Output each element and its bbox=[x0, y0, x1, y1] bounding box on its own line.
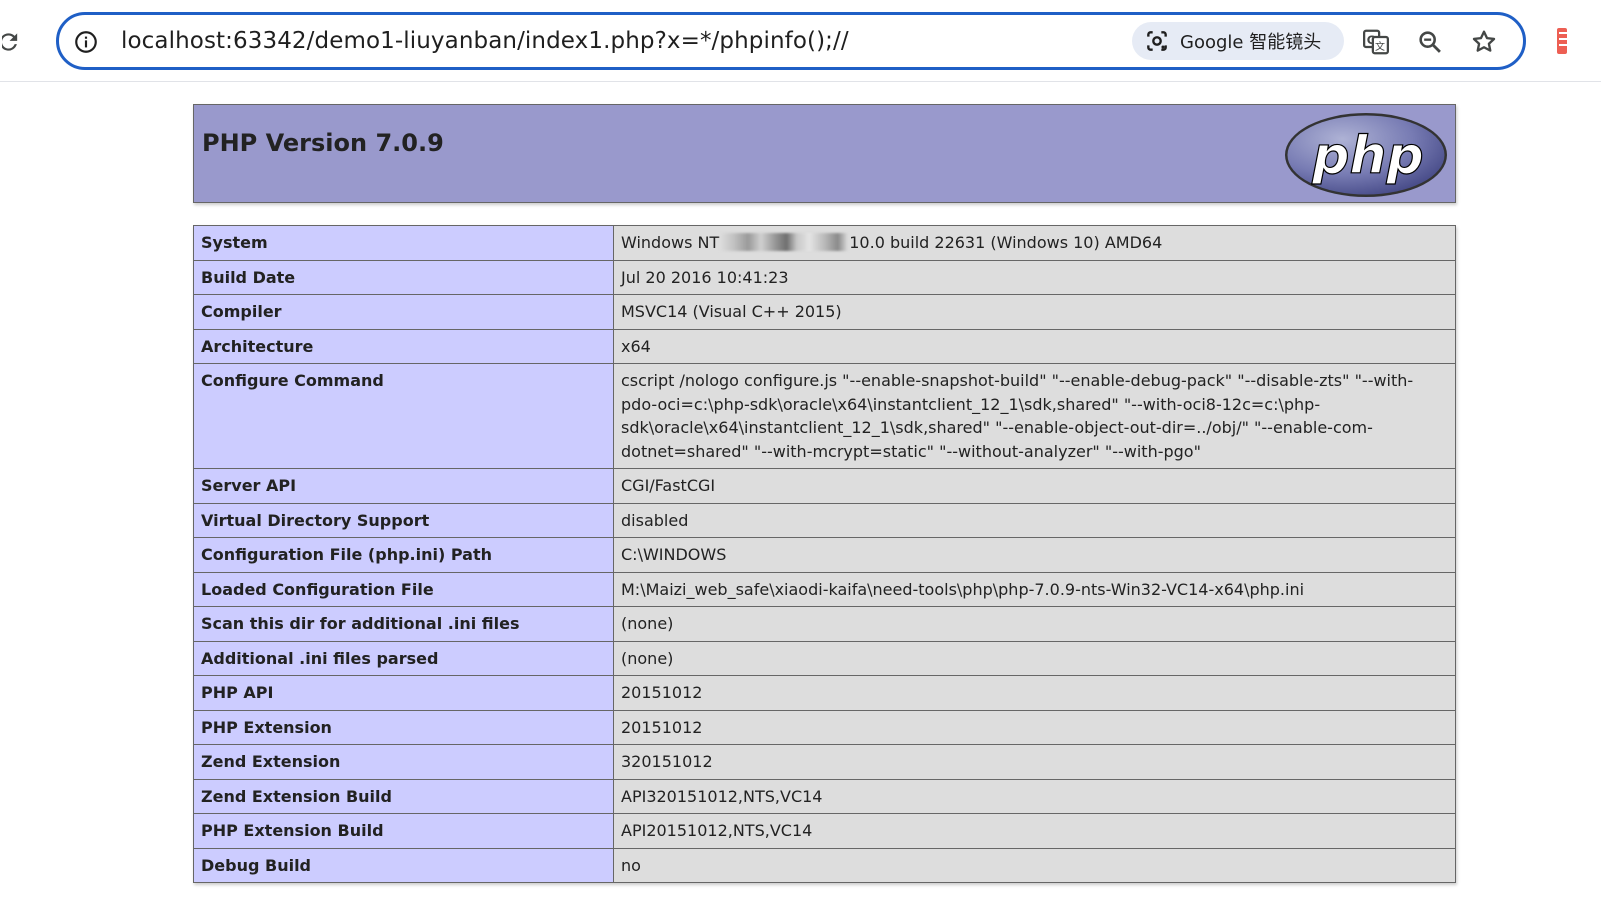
row-value: Windows NT 10.0 build 22631 (Windows 10) … bbox=[613, 225, 1456, 261]
row-value: M:\Maizi_web_safe\xiaodi-kaifa\need-tool… bbox=[613, 571, 1456, 607]
row-label: Zend Extension bbox=[193, 744, 614, 780]
php-logo[interactable]: php bbox=[1283, 111, 1449, 199]
table-row: Architecture x64 bbox=[193, 328, 1456, 364]
google-lens-icon bbox=[1147, 31, 1167, 51]
row-label: Server API bbox=[193, 468, 614, 504]
row-label: System bbox=[193, 225, 614, 261]
row-label: PHP Extension Build bbox=[193, 813, 614, 849]
row-label: Virtual Directory Support bbox=[193, 502, 614, 538]
row-value: CGI/FastCGI bbox=[613, 468, 1456, 504]
row-value: API20151012,NTS,VC14 bbox=[613, 813, 1456, 849]
row-label: Additional .ini files parsed bbox=[193, 640, 614, 676]
row-value: 320151012 bbox=[613, 744, 1456, 780]
row-label: Loaded Configuration File bbox=[193, 571, 614, 607]
row-value: API320151012,NTS,VC14 bbox=[613, 778, 1456, 814]
page-title: PHP Version 7.0.9 bbox=[202, 129, 444, 157]
table-row: System Windows NT 10.0 build 22631 (Windo… bbox=[193, 225, 1456, 261]
row-label: Architecture bbox=[193, 328, 614, 364]
row-value: MSVC14 (Visual C++ 2015) bbox=[613, 294, 1456, 330]
phpinfo-container: PHP Version 7.0.9 php System Windows NT 1… bbox=[193, 104, 1456, 883]
row-value: x64 bbox=[613, 328, 1456, 364]
table-row: Virtual Directory Support disabled bbox=[193, 502, 1456, 538]
row-value-prefix: Windows NT bbox=[621, 233, 720, 252]
translate-icon[interactable]: G 文 bbox=[1361, 27, 1391, 57]
table-row: PHP API 20151012 bbox=[193, 675, 1456, 711]
row-value: (none) bbox=[613, 640, 1456, 676]
table-row: Configuration File (php.ini) Path C:\WIN… bbox=[193, 537, 1456, 573]
info-table: System Windows NT 10.0 build 22631 (Windo… bbox=[193, 225, 1456, 883]
table-row: Zend Extension Build API320151012,NTS,VC… bbox=[193, 778, 1456, 814]
table-row: PHP Extension 20151012 bbox=[193, 709, 1456, 745]
row-value: 20151012 bbox=[613, 709, 1456, 745]
reload-icon[interactable] bbox=[0, 27, 30, 57]
table-row: Compiler MSVC14 (Visual C++ 2015) bbox=[193, 294, 1456, 330]
row-value: Jul 20 2016 10:41:23 bbox=[613, 259, 1456, 295]
google-lens-label: Google 智能镜头 bbox=[1180, 32, 1322, 53]
zoom-icon[interactable] bbox=[1415, 27, 1445, 57]
url-text[interactable]: localhost:63342/demo1-liuyanban/index1.p… bbox=[121, 25, 849, 57]
row-label: Configure Command bbox=[193, 363, 614, 469]
bookmark-star-icon[interactable] bbox=[1469, 27, 1499, 57]
google-lens-button[interactable]: Google 智能镜头 bbox=[1132, 22, 1344, 60]
row-value: (none) bbox=[613, 606, 1456, 642]
table-row: Loaded Configuration File M:\Maizi_web_s… bbox=[193, 571, 1456, 607]
table-row: Build Date Jul 20 2016 10:41:23 bbox=[193, 259, 1456, 295]
php-logo-text: php bbox=[1311, 126, 1423, 186]
table-row: Additional .ini files parsed (none) bbox=[193, 640, 1456, 676]
row-label: Build Date bbox=[193, 259, 614, 295]
row-value: cscript /nologo configure.js "--enable-s… bbox=[613, 363, 1456, 469]
row-label: Configuration File (php.ini) Path bbox=[193, 537, 614, 573]
row-value: C:\WINDOWS bbox=[613, 537, 1456, 573]
svg-text:文: 文 bbox=[1375, 40, 1385, 53]
row-label: Compiler bbox=[193, 294, 614, 330]
table-row: Server API CGI/FastCGI bbox=[193, 468, 1456, 504]
row-value-suffix: 10.0 build 22631 (Windows 10) AMD64 bbox=[849, 233, 1163, 252]
row-value: 20151012 bbox=[613, 675, 1456, 711]
extension-icon[interactable] bbox=[1555, 26, 1567, 56]
table-row: Configure Command cscript /nologo config… bbox=[193, 363, 1456, 469]
table-row: Scan this dir for additional .ini files … bbox=[193, 606, 1456, 642]
row-label: Zend Extension Build bbox=[193, 778, 614, 814]
table-row: Debug Build no bbox=[193, 847, 1456, 883]
row-value: no bbox=[613, 847, 1456, 883]
row-label: Scan this dir for additional .ini files bbox=[193, 606, 614, 642]
table-row: Zend Extension 320151012 bbox=[193, 744, 1456, 780]
browser-toolbar: localhost:63342/demo1-liuyanban/index1.p… bbox=[0, 0, 1601, 82]
site-info-icon[interactable] bbox=[73, 29, 99, 55]
row-value: disabled bbox=[613, 502, 1456, 538]
address-bar[interactable]: localhost:63342/demo1-liuyanban/index1.p… bbox=[56, 12, 1526, 70]
php-version-header: PHP Version 7.0.9 php bbox=[193, 104, 1456, 203]
row-label: PHP API bbox=[193, 675, 614, 711]
redacted-block bbox=[720, 233, 849, 251]
row-label: Debug Build bbox=[193, 847, 614, 883]
table-row: PHP Extension Build API20151012,NTS,VC14 bbox=[193, 813, 1456, 849]
row-label: PHP Extension bbox=[193, 709, 614, 745]
